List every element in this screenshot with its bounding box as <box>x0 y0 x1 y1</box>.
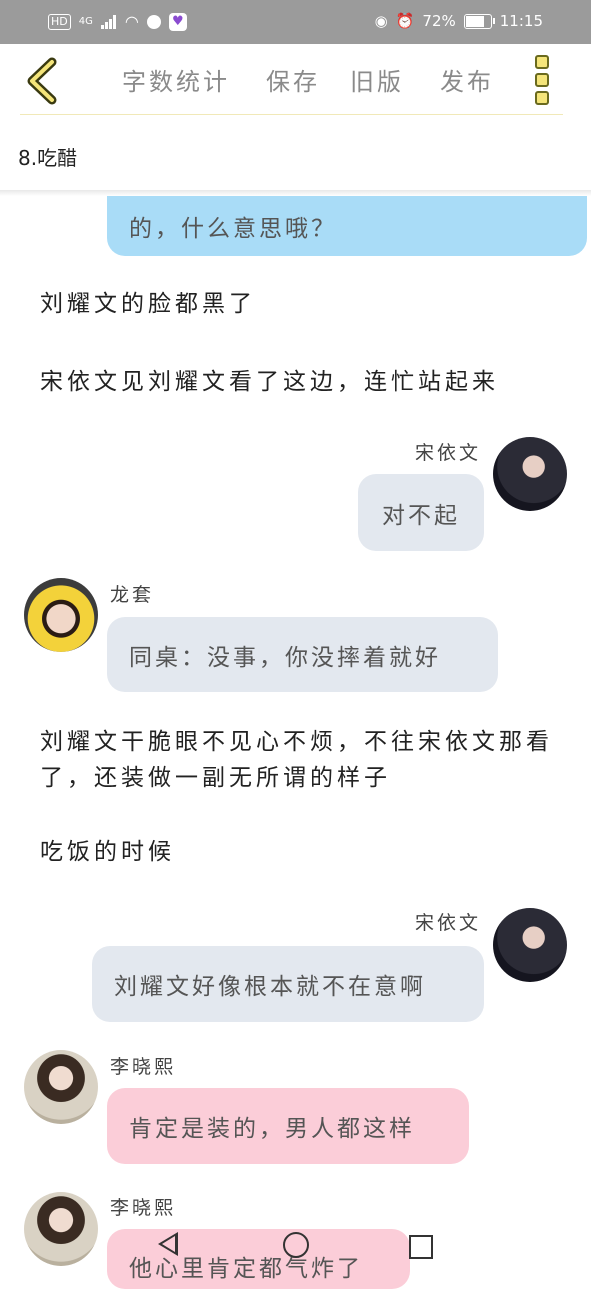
status-right: ◉ ⏰ 72% 11:15 <box>375 12 543 30</box>
eye-icon: ◉ <box>374 12 388 30</box>
narration-text: 吃饭的时候 <box>40 839 175 865</box>
save-button[interactable]: 保存 <box>266 62 320 97</box>
message-bubble[interactable]: 的，什么意思哦？ <box>107 196 587 256</box>
sender-name: 李晓熙 <box>110 1197 177 1219</box>
message-text: 同桌：没事，你没摔着就好 <box>129 644 441 671</box>
sender-name: 宋依文 <box>415 912 482 934</box>
narration-text: 宋依文见刘耀文看了这边，连忙站起来 <box>40 369 499 395</box>
chapter-title[interactable]: 8.吃醋 <box>18 142 77 171</box>
publish-button[interactable]: 发布 <box>440 62 494 97</box>
clock: 11:15 <box>499 12 543 30</box>
message-bubble[interactable]: 对不起 <box>358 474 484 551</box>
status-left: HD 4G ◠ ♥ <box>48 12 187 31</box>
heart-app-icon: ♥ <box>168 12 187 31</box>
message-text: 对不起 <box>382 502 460 529</box>
nav-back-icon-inner <box>162 1236 175 1252</box>
avatar[interactable] <box>24 578 98 652</box>
message-text: 刘耀文好像根本就不在意啊 <box>114 974 426 1000</box>
message-text: 的，什么意思哦？ <box>129 216 337 242</box>
status-bar: HD 4G ◠ ♥ ◉ ⏰ 72% 11:15 <box>0 0 591 44</box>
signal-icon <box>100 14 117 29</box>
toolbar-divider <box>20 114 563 115</box>
battery-percent: 72% <box>422 12 456 30</box>
avatar[interactable] <box>24 1050 98 1124</box>
message-bubble[interactable]: 同桌：没事，你没摔着就好 <box>107 617 498 692</box>
word-count-button[interactable]: 字数统计 <box>122 62 230 97</box>
hd-badge: HD <box>48 13 71 30</box>
sender-name: 龙套 <box>110 584 155 606</box>
wifi-icon: ◠ <box>124 12 139 31</box>
more-menu-icon[interactable] <box>535 55 551 109</box>
message-bubble[interactable]: 刘耀文好像根本就不在意啊 <box>92 946 484 1022</box>
nav-recents-icon[interactable] <box>409 1235 433 1259</box>
sender-name: 宋依文 <box>415 442 482 464</box>
narration-text: 刘耀文干脆眼不见心不烦，不往宋依文那看了，还装做一副无所谓的样子 <box>40 729 553 791</box>
narration-text: 刘耀文的脸都黑了 <box>40 291 256 317</box>
avatar[interactable] <box>493 908 567 982</box>
message-text: 肯定是装的，男人都这样 <box>129 1116 415 1142</box>
avatar[interactable] <box>493 437 567 511</box>
nav-home-icon[interactable] <box>283 1232 309 1258</box>
back-arrow-icon[interactable] <box>22 56 62 106</box>
network-type: 4G <box>78 16 93 27</box>
old-version-button[interactable]: 旧版 <box>350 62 404 97</box>
globe-icon <box>146 14 161 29</box>
battery-icon <box>463 13 495 29</box>
alarm-icon: ⏰ <box>395 12 415 30</box>
message-bubble[interactable]: 肯定是装的，男人都这样 <box>107 1088 469 1164</box>
sender-name: 李晓熙 <box>110 1056 177 1078</box>
